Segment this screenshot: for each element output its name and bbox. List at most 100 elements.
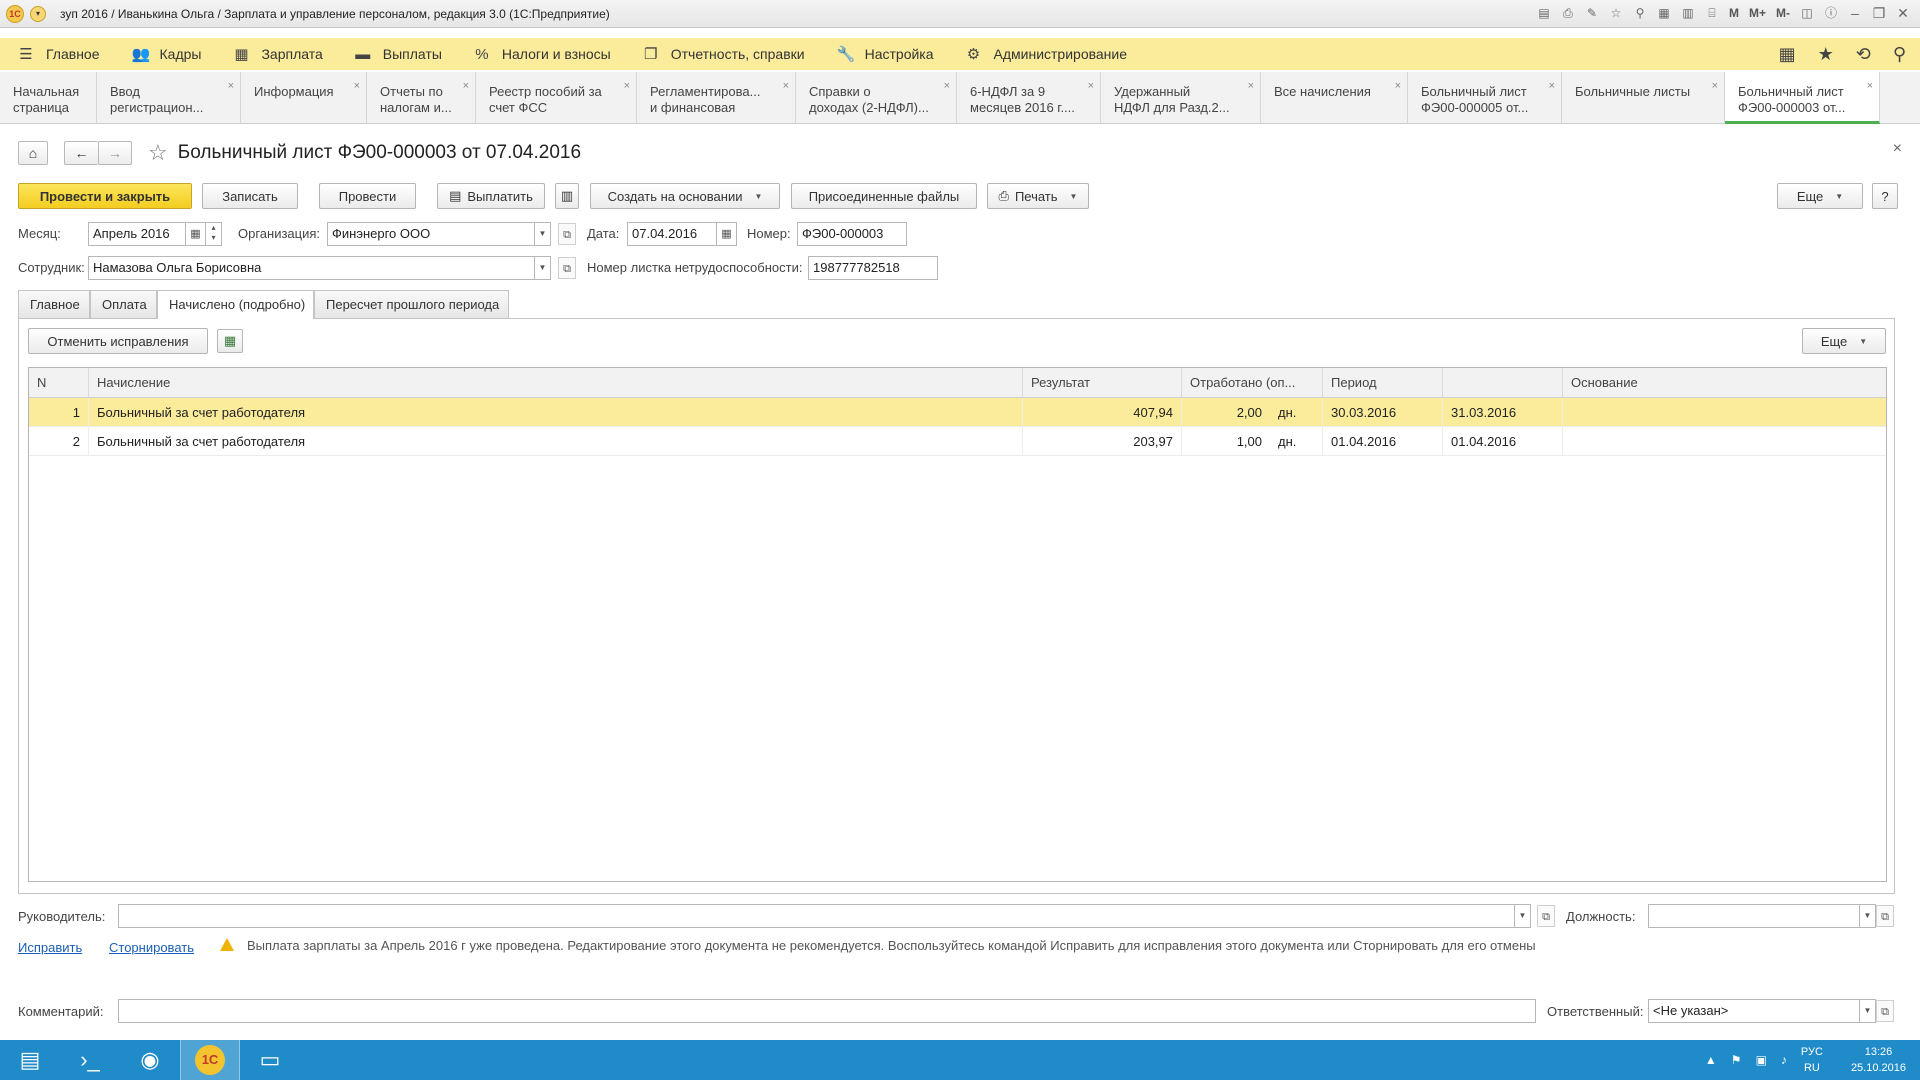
close-tab-icon[interactable]: × xyxy=(624,78,630,94)
month-calendar-icon[interactable]: ▦ xyxy=(186,222,206,246)
back-button[interactable]: ← xyxy=(64,141,98,165)
post-and-close-button[interactable]: Провести и закрыть xyxy=(18,183,192,209)
table-add-icon[interactable]: ▦ xyxy=(217,329,243,353)
forward-button[interactable]: → xyxy=(98,141,132,165)
home-button[interactable]: ⌂ xyxy=(18,141,48,165)
window-tab[interactable]: Удержанный НДФЛ для Разд.2... × xyxy=(1101,72,1261,124)
print-preview-icon[interactable]: ▤ xyxy=(1535,4,1553,22)
flag-icon[interactable]: ⚑ xyxy=(1731,1053,1742,1067)
tab-main[interactable]: Главное xyxy=(18,290,90,318)
close-tab-icon[interactable]: × xyxy=(463,78,469,94)
favorites-icon[interactable]: ★ xyxy=(1818,44,1834,65)
language-indicator[interactable]: РУС RU xyxy=(1801,1044,1823,1076)
favorite-star-icon[interactable]: ☆ xyxy=(148,140,168,166)
close-tab-icon[interactable]: × xyxy=(1088,78,1094,94)
manager-open-icon[interactable]: ⧉ xyxy=(1537,905,1555,927)
position-open-icon[interactable]: ⧉ xyxy=(1876,905,1894,927)
menu-item-reports[interactable]: ❐ Отчетность, справки xyxy=(643,45,805,63)
window-tab[interactable]: 6-НДФЛ за 9 месяцев 2016 г.... × xyxy=(957,72,1101,124)
info-icon[interactable]: ⓘ xyxy=(1822,4,1840,22)
window-tab[interactable]: Информация × xyxy=(241,72,367,124)
window-tab[interactable]: Ввод регистрацион... × xyxy=(97,72,241,124)
month-stepper[interactable]: ▴ ▾ xyxy=(206,222,222,246)
notes-icon[interactable]: ⌸ xyxy=(1703,4,1721,22)
onec-taskbar-icon[interactable]: 1С xyxy=(180,1040,240,1080)
table-more-button[interactable]: Еще ▼ xyxy=(1802,328,1886,354)
menu-item-taxes[interactable]: % Налоги и взносы xyxy=(474,46,611,63)
position-field[interactable] xyxy=(1648,904,1860,928)
employee-field[interactable]: Намазова Ольга Борисовна xyxy=(88,256,535,280)
minimize-icon[interactable]: – xyxy=(1846,4,1864,22)
close-tab-icon[interactable]: × xyxy=(228,78,234,94)
memory-button[interactable]: M xyxy=(1727,4,1741,22)
responsible-dropdown-icon[interactable]: ▼ xyxy=(1860,999,1876,1023)
memory-plus-button[interactable]: M+ xyxy=(1747,4,1768,22)
number-field[interactable]: ФЭ00-000003 xyxy=(797,222,907,246)
responsible-open-icon[interactable]: ⧉ xyxy=(1876,1000,1894,1022)
table-row[interactable]: 1 Больничный за счет работодателя 407,94… xyxy=(29,398,1886,427)
pay-button[interactable]: ▤ Выплатить xyxy=(437,183,545,209)
date-field[interactable]: 07.04.2016 xyxy=(627,222,717,246)
menu-item-payments[interactable]: ▬ Выплаты xyxy=(355,46,442,63)
memory-minus-button[interactable]: M- xyxy=(1774,4,1792,22)
window-tab[interactable]: Регламентирова... и финансовая × xyxy=(637,72,796,124)
favorites-add-icon[interactable]: ☆ xyxy=(1607,4,1625,22)
close-document-icon[interactable]: × xyxy=(1893,140,1902,158)
window-tab[interactable]: Больничный лист ФЭ00-000003 от... × xyxy=(1725,72,1880,124)
sick-leave-number-field[interactable]: 198777782518 xyxy=(808,256,938,280)
tab-accrued-detailed[interactable]: Начислено (подробно) xyxy=(157,290,314,319)
menu-item-hr[interactable]: 👥 Кадры xyxy=(132,45,202,63)
tray-expand-icon[interactable]: ▲ xyxy=(1705,1053,1717,1067)
organization-dropdown-icon[interactable]: ▼ xyxy=(535,222,551,246)
close-tab-icon[interactable]: × xyxy=(1867,78,1873,94)
search-icon[interactable]: ⚲ xyxy=(1893,44,1906,65)
close-tab-icon[interactable]: × xyxy=(354,78,360,94)
col-worked[interactable]: Отработано (оп... xyxy=(1182,368,1323,397)
close-tab-icon[interactable]: × xyxy=(1395,78,1401,94)
employee-open-icon[interactable]: ⧉ xyxy=(558,257,576,279)
attach-icon[interactable]: ✎ xyxy=(1583,4,1601,22)
app-menu-icon[interactable]: ▾ xyxy=(30,5,46,22)
panels-icon[interactable]: ◫ xyxy=(1798,4,1816,22)
close-tab-icon[interactable]: × xyxy=(944,78,950,94)
network-icon[interactable]: ▣ xyxy=(1756,1053,1767,1067)
menu-item-main[interactable]: ☰ Главное xyxy=(18,45,99,63)
tab-payment[interactable]: Оплата xyxy=(90,290,157,318)
organization-open-icon[interactable]: ⧉ xyxy=(558,223,576,245)
close-tab-icon[interactable]: × xyxy=(1549,78,1555,94)
print-button[interactable]: ⎙ Печать ▼ xyxy=(987,183,1089,209)
close-window-icon[interactable]: ✕ xyxy=(1894,4,1912,22)
post-button[interactable]: Провести xyxy=(319,183,416,209)
organization-field[interactable]: Финэнерго ООО xyxy=(327,222,535,246)
table-row[interactable]: 2 Больничный за счет работодателя 203,97… xyxy=(29,427,1886,456)
col-period[interactable]: Период xyxy=(1323,368,1443,397)
responsible-field[interactable]: <Не указан> xyxy=(1648,999,1860,1023)
more-button[interactable]: Еще ▼ xyxy=(1777,183,1863,209)
col-n[interactable]: N xyxy=(29,368,89,397)
window-tab[interactable]: Справки о доходах (2-НДФЛ)... × xyxy=(796,72,957,124)
col-result[interactable]: Результат xyxy=(1023,368,1182,397)
history-icon[interactable]: ⟲ xyxy=(1856,44,1871,65)
firefox-icon[interactable]: ◉ xyxy=(120,1040,180,1080)
cancel-corrections-button[interactable]: Отменить исправления xyxy=(28,328,208,354)
server-manager-icon[interactable]: ▤ xyxy=(0,1040,60,1080)
calculator-icon[interactable]: ▥ xyxy=(1679,4,1697,22)
menu-item-admin[interactable]: ⚙ Администрирование xyxy=(966,45,1127,63)
window-tab[interactable]: Больничные листы × xyxy=(1562,72,1725,124)
menu-item-settings[interactable]: 🔧 Настройка xyxy=(837,45,934,63)
report-button[interactable]: ▥ xyxy=(555,183,579,209)
comment-field[interactable] xyxy=(118,999,1536,1023)
create-based-on-button[interactable]: Создать на основании ▼ xyxy=(590,183,780,209)
clock[interactable]: 13:26 25.10.2016 xyxy=(1851,1044,1906,1076)
window-tab[interactable]: Больничный лист ФЭ00-000005 от... × xyxy=(1408,72,1562,124)
month-field[interactable]: Апрель 2016 xyxy=(88,222,186,246)
window-tab[interactable]: Начальная страница xyxy=(0,72,97,124)
date-calendar-icon[interactable]: ▦ xyxy=(717,222,737,246)
write-button[interactable]: Записать xyxy=(202,183,298,209)
fix-link[interactable]: Исправить xyxy=(18,940,82,955)
help-button[interactable]: ? xyxy=(1872,183,1898,209)
attached-files-button[interactable]: Присоединенные файлы xyxy=(791,183,977,209)
manager-field[interactable] xyxy=(118,904,1515,928)
col-accrual[interactable]: Начисление xyxy=(89,368,1023,397)
close-tab-icon[interactable]: × xyxy=(783,78,789,94)
